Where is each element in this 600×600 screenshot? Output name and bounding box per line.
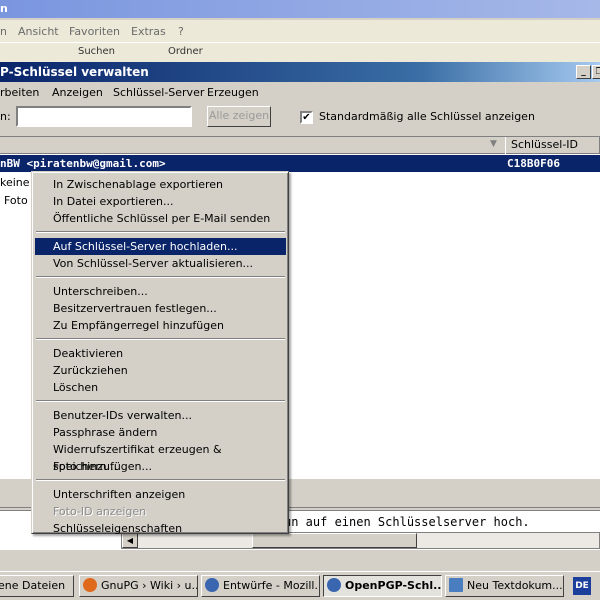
status-text: un auf einen Schlüsselserver hoch. [284, 515, 530, 529]
context-menu-item[interactable]: Öffentliche Schlüssel per E-Mail senden [35, 210, 286, 227]
context-menu-item[interactable]: Von Schlüssel-Server aktualisieren... [35, 255, 286, 272]
menu-keyserver[interactable]: Schlüssel-Server [113, 86, 204, 99]
search-label: n: [0, 110, 11, 123]
task-label: OpenPGP-Schl... [345, 579, 442, 592]
notepad-icon [449, 578, 463, 592]
minimize-button[interactable]: _ [576, 65, 591, 79]
context-menu-item[interactable]: Unterschreiben... [35, 283, 286, 300]
explorer-menu-tools[interactable]: Extras [131, 25, 166, 38]
context-menu-item[interactable]: Schlüsseleigenschaften [35, 520, 286, 537]
explorer-menubar: n Ansicht Favoriten Extras ? [0, 20, 600, 42]
explorer-menu-help[interactable]: ? [178, 25, 184, 38]
menu-view[interactable]: Anzeigen [52, 86, 103, 99]
task-label: ene Dateien [0, 579, 66, 592]
taskbar-task-firefox[interactable]: GnuPG › Wiki › u... [79, 575, 198, 597]
context-menu-separator [36, 479, 285, 481]
taskbar-task-notepad[interactable]: Neu Textdokum... [445, 575, 564, 597]
context-menu-separator [36, 276, 285, 278]
taskbar-task-thunderbird-drafts[interactable]: Entwürfe - Mozill... [201, 575, 320, 597]
context-menu-item[interactable]: Zu Empfängerregel hinzufügen [35, 317, 286, 334]
context-menu-separator [36, 231, 285, 233]
key-list-header: ▼ Schlüssel-ID [0, 137, 600, 154]
context-menu: In Zwischenablage exportieren In Datei ex… [31, 171, 289, 537]
restore-button[interactable]: ❐ [592, 65, 600, 79]
context-menu-item[interactable]: Unterschriften anzeigen [35, 486, 286, 503]
context-menu-item[interactable]: Foto hinzufügen... [35, 458, 286, 475]
thunderbird-icon [205, 578, 219, 592]
search-input[interactable] [16, 106, 192, 127]
explorer-toolbar: Suchen Ordner [0, 42, 600, 64]
context-menu-item[interactable]: Auf Schlüssel-Server hochladen... [35, 238, 286, 255]
context-menu-item[interactable]: In Zwischenablage exportieren [35, 176, 286, 193]
key-user-id: nBW <piratenbw@gmail.com> [0, 157, 166, 170]
key-id: C18B0F06 [507, 157, 560, 170]
task-label: Entwürfe - Mozill... [223, 579, 320, 592]
key-manager-titlebar: P-Schlüssel verwalten _ ❐ [0, 62, 600, 82]
menu-generate[interactable]: Erzeugen [207, 86, 259, 99]
window-title: P-Schlüssel verwalten [0, 65, 149, 79]
sort-arrow-icon[interactable]: ▼ [490, 139, 497, 149]
key-row-selected[interactable]: nBW <piratenbw@gmail.com> C18B0F06 [0, 155, 600, 172]
explorer-title: n [0, 2, 8, 15]
taskbar-task-openpgp[interactable]: OpenPGP-Schl... [323, 575, 442, 597]
language-indicator[interactable]: DE [573, 577, 591, 595]
context-menu-item[interactable]: In Datei exportieren... [35, 193, 286, 210]
explorer-menu-item[interactable]: n [0, 25, 7, 38]
context-menu-item[interactable]: Passphrase ändern [35, 424, 286, 441]
show-all-button[interactable]: Alle zeigen [207, 106, 271, 127]
explorer-search-button[interactable]: Suchen [78, 46, 115, 57]
task-label: Neu Textdokum... [467, 579, 563, 592]
thunderbird-icon [327, 578, 341, 592]
context-menu-separator [36, 338, 285, 340]
context-menu-item[interactable]: Widerrufszertifikat erzeugen & speichern… [35, 441, 286, 473]
context-menu-item[interactable]: Benutzer-IDs verwalten... [35, 407, 286, 424]
column-header-keyid[interactable]: Schlüssel-ID [505, 137, 600, 154]
context-menu-separator [36, 400, 285, 402]
explorer-folders-button[interactable]: Ordner [168, 46, 203, 57]
explorer-menu-favorites[interactable]: Favoriten [69, 25, 120, 38]
context-menu-item[interactable]: Zurückziehen [35, 362, 286, 379]
explorer-titlebar: n [0, 0, 600, 18]
task-label: GnuPG › Wiki › u... [101, 579, 198, 592]
firefox-icon [83, 578, 97, 592]
show-all-checkbox-label[interactable]: Standardmäßig alle Schlüssel anzeigen [319, 110, 535, 123]
taskbar: ene Dateien GnuPG › Wiki › u... Entwürfe… [0, 571, 600, 600]
context-menu-item[interactable]: Löschen [35, 379, 286, 396]
taskbar-task-folder[interactable]: ene Dateien [0, 575, 74, 597]
key-photo-row[interactable]: Foto [4, 194, 28, 207]
explorer-menu-view[interactable]: Ansicht [18, 25, 59, 38]
context-menu-item[interactable]: Deaktivieren [35, 345, 286, 362]
menubar: rbeiten Anzeigen Schlüssel-Server Erzeug… [0, 83, 600, 103]
menu-edit[interactable]: rbeiten [0, 86, 39, 99]
context-menu-item[interactable]: Besitzervertrauen festlegen... [35, 300, 286, 317]
context-menu-item: Foto-ID anzeigen [53, 505, 147, 518]
show-all-checkbox[interactable]: ✔ [300, 111, 313, 124]
search-row: n: Alle zeigen ✔ Standardmäßig alle Schl… [0, 103, 600, 131]
